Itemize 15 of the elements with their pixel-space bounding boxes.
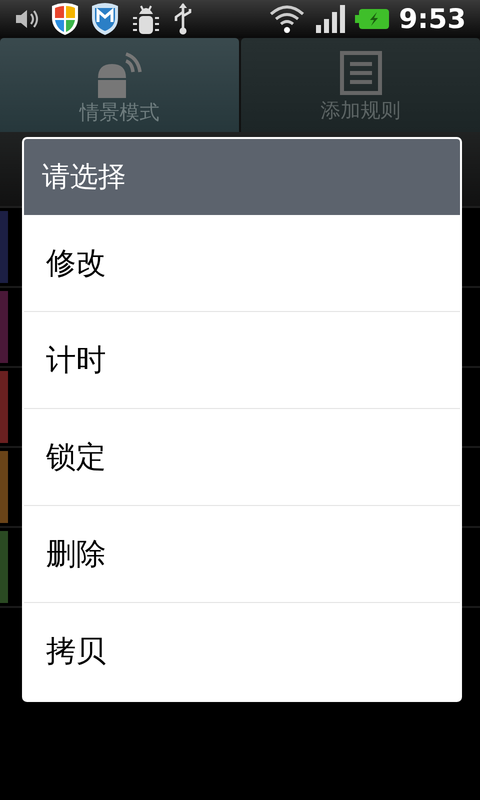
shield-icon [50, 2, 80, 36]
signal-icon [314, 5, 345, 33]
menu-option[interactable]: 锁定 [24, 409, 460, 506]
battery-charging-icon [354, 8, 389, 30]
usb-icon [172, 2, 194, 36]
wifi-icon [268, 4, 305, 34]
menu-option[interactable]: 删除 [24, 506, 460, 603]
dialog-title: 请选择 [42, 159, 126, 195]
shield-m-icon [90, 2, 120, 36]
menu-option[interactable]: 拷贝 [24, 603, 460, 700]
list-document-icon [338, 50, 382, 96]
clock-time: 9:53 [398, 6, 466, 32]
menu-option[interactable]: 计时 [24, 312, 460, 409]
speaker-icon [14, 8, 40, 30]
menu-option[interactable]: 修改 [24, 215, 460, 312]
